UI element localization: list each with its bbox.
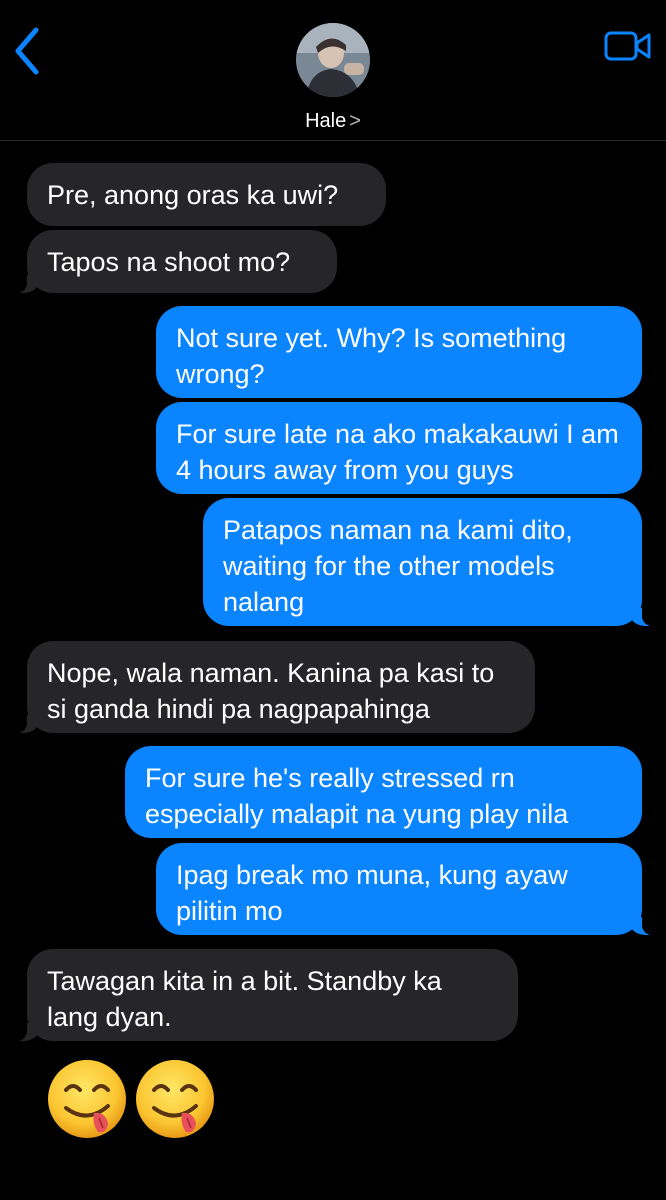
- emoji-message[interactable]: [46, 1058, 216, 1140]
- face-savoring-food-emoji: [46, 1058, 128, 1140]
- contact-name: Hale: [305, 110, 347, 132]
- message-text: Tawagan kita in a bit. Standby ka lang d…: [47, 966, 442, 1032]
- outgoing-message[interactable]: Not sure yet. Why? Is something wrong?: [156, 306, 642, 398]
- message-text: Ipag break mo muna, kung ayaw pilitin mo: [176, 860, 568, 926]
- contact-name-link[interactable]: Hale >: [0, 108, 666, 134]
- message-text: Patapos naman na kami dito, waiting for …: [223, 515, 573, 617]
- avatar-photo: [296, 23, 370, 97]
- chevron-right-icon: >: [349, 110, 361, 132]
- message-text: Pre, anong oras ka uwi?: [47, 180, 339, 210]
- contact-avatar[interactable]: [296, 23, 370, 97]
- incoming-message[interactable]: Nope, wala naman. Kanina pa kasi to si g…: [17, 641, 535, 733]
- incoming-message[interactable]: Tawagan kita in a bit. Standby ka lang d…: [17, 949, 518, 1041]
- outgoing-message[interactable]: Patapos naman na kami dito, waiting for …: [203, 498, 652, 626]
- face-savoring-food-emoji: [134, 1058, 216, 1140]
- incoming-message[interactable]: Tapos na shoot mo?: [17, 230, 337, 293]
- video-call-button[interactable]: [603, 27, 653, 65]
- chevron-left-icon: [15, 27, 39, 75]
- outgoing-message[interactable]: For sure late na ako makakauwi I am 4 ho…: [156, 402, 642, 494]
- incoming-message[interactable]: Pre, anong oras ka uwi?: [27, 163, 386, 226]
- video-camera-icon: [604, 31, 651, 61]
- back-button[interactable]: [10, 26, 46, 76]
- outgoing-message[interactable]: Ipag break mo muna, kung ayaw pilitin mo: [156, 843, 652, 935]
- conversation-header: Hale >: [0, 0, 666, 141]
- outgoing-message[interactable]: For sure he's really stressed rn especia…: [125, 746, 642, 838]
- message-text: For sure he's really stressed rn especia…: [145, 763, 569, 829]
- message-text: Tapos na shoot mo?: [47, 247, 291, 277]
- message-text: Not sure yet. Why? Is something wrong?: [176, 323, 567, 389]
- message-text: Nope, wala naman. Kanina pa kasi to si g…: [47, 658, 495, 724]
- message-text: For sure late na ako makakauwi I am 4 ho…: [176, 419, 619, 485]
